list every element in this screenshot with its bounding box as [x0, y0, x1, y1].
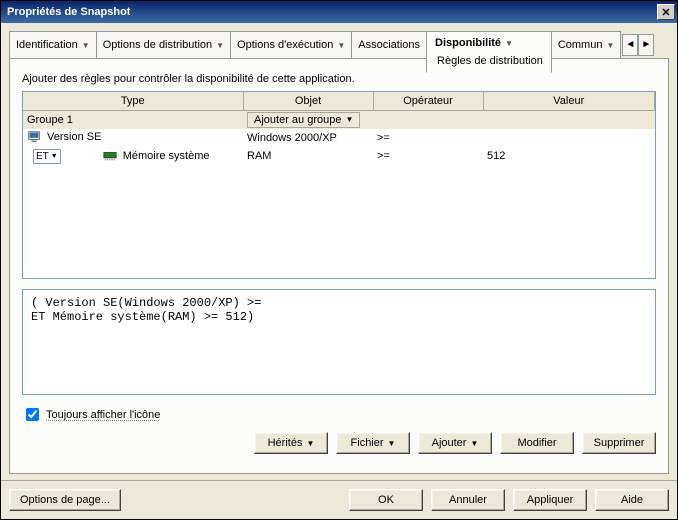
tab-label: Options d'exécution [237, 39, 333, 51]
group-label: Groupe 1 [27, 114, 73, 126]
button-label: Ajouter au groupe [254, 114, 341, 126]
col-header-operator[interactable]: Opérateur [373, 92, 483, 110]
tab-availability-subtab: Règles de distribution [435, 55, 543, 67]
chevron-down-icon: ▼ [388, 439, 396, 448]
col-header-value[interactable]: Valeur [483, 92, 655, 110]
cell-object: Windows 2000/XP [243, 129, 373, 148]
cell-type: Version SE [47, 131, 101, 143]
ok-button[interactable]: OK [349, 489, 423, 511]
rules-grid: Type Objet Opérateur Valeur Groupe 1 Ajo… [22, 91, 656, 279]
close-button[interactable]: ✕ [657, 4, 675, 20]
table-row[interactable]: Version SE Windows 2000/XP >= [23, 129, 655, 148]
tab-distribution-options[interactable]: Options de distribution ▼ [96, 31, 231, 58]
logic-label: ET [36, 151, 49, 162]
chevron-down-icon: ▼ [51, 153, 58, 160]
cell-object: RAM [243, 148, 373, 165]
page-options-button[interactable]: Options de page... [9, 489, 121, 511]
always-show-icon-checkbox[interactable] [26, 408, 39, 421]
file-button[interactable]: Fichier▼ [336, 432, 410, 454]
always-show-icon-label[interactable]: Toujours afficher l'icône [46, 409, 160, 421]
content: Identification ▼ Options de distribution ▼… [1, 23, 677, 480]
tab-scroller: ◄ ► [622, 31, 654, 58]
cancel-button[interactable]: Annuler [431, 489, 505, 511]
tab-associations[interactable]: Associations [351, 31, 427, 58]
col-header-object[interactable]: Objet [243, 92, 373, 110]
tab-identification[interactable]: Identification ▼ [9, 31, 97, 58]
group-row[interactable]: Groupe 1 Ajouter au groupe ▼ [23, 110, 655, 129]
availability-panel: Ajouter des règles pour contrôler la dis… [9, 59, 669, 474]
tab-scroll-right[interactable]: ► [638, 34, 654, 56]
window: Propriétés de Snapshot ✕ Identification ▼… [0, 0, 678, 520]
chevron-down-icon: ▼ [470, 439, 478, 448]
delete-button[interactable]: Supprimer [582, 432, 656, 454]
chevron-down-icon: ▼ [216, 41, 224, 50]
window-title: Propriétés de Snapshot [7, 6, 657, 18]
help-button[interactable]: Aide [595, 489, 669, 511]
always-show-icon-row: Toujours afficher l'icône [22, 405, 656, 424]
col-header-type[interactable]: Type [23, 92, 243, 110]
add-button[interactable]: Ajouter▼ [418, 432, 492, 454]
add-to-group-button[interactable]: Ajouter au groupe ▼ [247, 112, 360, 128]
footer: Options de page... OK Annuler Appliquer … [1, 481, 677, 519]
inherits-button[interactable]: Hérités▼ [254, 432, 328, 454]
chevron-down-icon: ▼ [306, 439, 314, 448]
tab-strip: Identification ▼ Options de distribution ▼… [9, 31, 669, 59]
table-row[interactable]: ET ▼ Mémoire système RAM >= 512 [23, 148, 655, 165]
ram-icon [103, 149, 117, 163]
chevron-down-icon: ▼ [337, 41, 345, 50]
os-version-icon [27, 130, 41, 144]
cell-value: 512 [483, 148, 655, 165]
chevron-down-icon: ▼ [345, 115, 353, 124]
tab-label: Disponibilité [435, 37, 501, 49]
chevron-down-icon: ▼ [82, 41, 90, 50]
logic-operator-dropdown[interactable]: ET ▼ [33, 149, 61, 164]
rule-preview: ( Version SE(Windows 2000/XP) >= ET Mémo… [22, 289, 656, 395]
cell-type: Mémoire système [123, 150, 210, 162]
tab-label: Associations [358, 39, 420, 51]
titlebar: Propriétés de Snapshot ✕ [1, 1, 677, 23]
chevron-down-icon: ▼ [505, 39, 513, 48]
chevron-down-icon: ▼ [606, 41, 614, 50]
tab-common[interactable]: Commun▼ [551, 31, 622, 58]
panel-button-row: Hérités▼ Fichier▼ Ajouter▼ Modifier Supp… [22, 432, 656, 454]
apply-button[interactable]: Appliquer [513, 489, 587, 511]
tab-label: Commun [558, 39, 603, 51]
tab-availability[interactable]: Disponibilité ▼ Règles de distribution [426, 31, 552, 73]
cell-value [483, 129, 655, 148]
tab-scroll-left[interactable]: ◄ [622, 34, 638, 56]
tab-execution-options[interactable]: Options d'exécution ▼ [230, 31, 352, 58]
cell-operator: >= [373, 129, 483, 148]
cell-operator: >= [373, 148, 483, 165]
modify-button[interactable]: Modifier [500, 432, 574, 454]
tab-label: Identification [16, 39, 78, 51]
instructions-text: Ajouter des règles pour contrôler la dis… [22, 73, 656, 85]
tab-label: Options de distribution [103, 39, 212, 51]
